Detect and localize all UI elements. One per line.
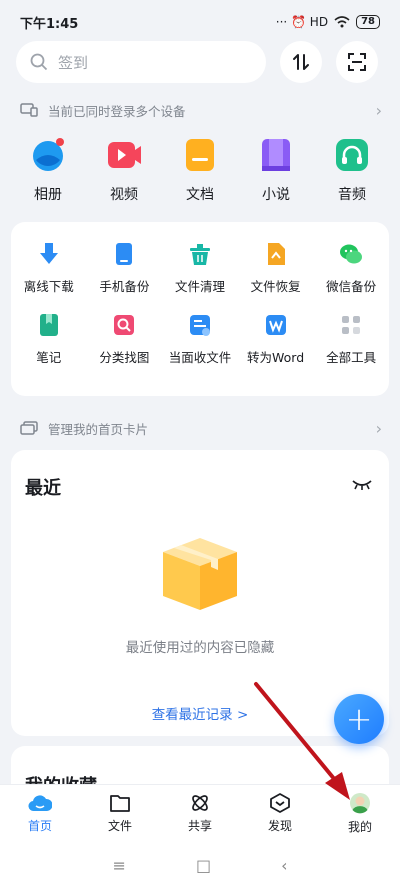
eye-closed-icon[interactable] bbox=[351, 478, 373, 492]
add-button[interactable]: + bbox=[334, 694, 384, 744]
note-icon bbox=[39, 314, 58, 336]
status-bar: 下午1:45 ··· ⏰ HD 78 bbox=[0, 0, 400, 44]
transfer-button[interactable] bbox=[280, 41, 322, 83]
tab-share[interactable]: 共享 bbox=[160, 785, 240, 842]
wifi-icon bbox=[334, 16, 350, 28]
all-tools-icon bbox=[342, 316, 361, 334]
status-icons: ··· ⏰ HD bbox=[275, 15, 329, 29]
quick-label: 相册 bbox=[34, 187, 62, 203]
bottom-tab-bar: 首页 文件 共享 发现 我的 bbox=[0, 784, 400, 842]
tool-label: 当面收文件 bbox=[168, 350, 232, 365]
tool-file-restore[interactable]: 文件恢复 bbox=[238, 242, 314, 295]
tab-label: 首页 bbox=[27, 819, 52, 833]
devices-hint-text: 当前已同时登录多个设备 bbox=[48, 103, 186, 119]
tab-label: 文件 bbox=[107, 819, 132, 833]
share-atom-icon bbox=[192, 795, 208, 811]
tab-label: 我的 bbox=[347, 820, 372, 834]
recent-hidden-text: 最近使用过的内容已隐藏 bbox=[125, 640, 275, 656]
tools-grid: 离线下载 手机备份 文件清理 文件恢复 微信备份 笔记 分类找图 当面收文件 转… bbox=[11, 222, 389, 366]
devices-icon bbox=[20, 103, 38, 117]
tab-mine[interactable]: 我的 bbox=[320, 785, 400, 842]
recent-title: 最近 bbox=[25, 478, 61, 499]
status-indicators: ··· ⏰ HD 78 bbox=[276, 15, 380, 29]
plus-icon: + bbox=[345, 700, 373, 738]
tool-offline-download[interactable]: 离线下载 bbox=[11, 242, 87, 295]
quick-item-document[interactable]: 文档 bbox=[166, 138, 234, 204]
receive-file-icon bbox=[189, 315, 210, 336]
tool-file-clean[interactable]: 文件清理 bbox=[162, 242, 238, 295]
tool-label: 微信备份 bbox=[326, 279, 377, 294]
home-cloud-icon bbox=[28, 795, 52, 812]
tool-label: 分类找图 bbox=[99, 350, 150, 365]
video-icon bbox=[108, 142, 141, 168]
file-clean-icon bbox=[189, 244, 210, 265]
quick-label: 小说 bbox=[262, 187, 290, 203]
home-nav-icon[interactable]: □ bbox=[196, 856, 211, 875]
wechat-backup-icon bbox=[340, 244, 363, 264]
tool-receive-file[interactable]: 当面收文件 bbox=[162, 313, 238, 366]
battery-level: 78 bbox=[356, 15, 380, 29]
empty-box-illustration bbox=[163, 538, 237, 610]
status-time: 下午1:45 bbox=[20, 16, 79, 32]
tool-wechat-backup[interactable]: 微信备份 bbox=[313, 242, 389, 295]
chevron-right-icon: › bbox=[375, 418, 382, 438]
quick-label: 音频 bbox=[338, 187, 366, 203]
search-input[interactable]: 签到 bbox=[16, 41, 266, 83]
manage-cards-text: 管理我的首页卡片 bbox=[48, 421, 149, 437]
word-convert-icon bbox=[265, 315, 286, 335]
chevron-right-icon: › bbox=[375, 100, 382, 120]
manage-cards-row[interactable]: 管理我的首页卡片 › bbox=[20, 417, 382, 439]
search-icon bbox=[30, 53, 48, 71]
tool-all-tools[interactable]: 全部工具 bbox=[313, 313, 389, 366]
tool-label: 离线下载 bbox=[23, 279, 74, 294]
novel-icon bbox=[262, 139, 290, 171]
search-row: 签到 bbox=[16, 40, 386, 84]
phone-backup-icon bbox=[116, 243, 133, 265]
recent-card: 最近 最近使用过的内容已隐藏 查看最近记录 > bbox=[11, 450, 389, 736]
tab-label: 发现 bbox=[267, 819, 292, 833]
tool-phone-backup[interactable]: 手机备份 bbox=[87, 242, 163, 295]
system-nav-bar: ≡ □ ‹ bbox=[0, 842, 400, 888]
quick-label: 视频 bbox=[110, 187, 138, 203]
file-restore-icon bbox=[267, 243, 285, 265]
tool-label: 文件清理 bbox=[174, 279, 225, 294]
tab-files[interactable]: 文件 bbox=[80, 785, 160, 842]
tool-label: 全部工具 bbox=[326, 350, 377, 365]
tool-label: 转为Word bbox=[247, 350, 305, 365]
transfer-icon bbox=[293, 54, 309, 70]
quick-categories: 相册 视频 文档 小说 音频 bbox=[14, 138, 386, 204]
document-icon bbox=[186, 139, 214, 171]
quick-item-album[interactable]: 相册 bbox=[14, 138, 82, 204]
folder-icon bbox=[110, 795, 130, 812]
avatar-icon bbox=[350, 793, 370, 814]
quick-item-video[interactable]: 视频 bbox=[90, 138, 158, 204]
discover-icon bbox=[270, 793, 290, 813]
scan-icon bbox=[348, 53, 366, 71]
tab-home[interactable]: 首页 bbox=[0, 785, 80, 842]
tools-card: 离线下载 手机备份 文件清理 文件恢复 微信备份 笔记 分类找图 当面收文件 转… bbox=[11, 222, 389, 396]
tool-word-convert[interactable]: 转为Word bbox=[238, 313, 314, 366]
tool-find-image[interactable]: 分类找图 bbox=[87, 313, 163, 366]
quick-label: 文档 bbox=[186, 187, 214, 203]
tool-note[interactable]: 笔记 bbox=[11, 313, 87, 366]
scan-button[interactable] bbox=[336, 41, 378, 83]
view-recent-link[interactable]: 查看最近记录 > bbox=[11, 703, 389, 723]
quick-item-audio[interactable]: 音频 bbox=[318, 138, 386, 204]
tool-label: 笔记 bbox=[36, 350, 62, 365]
tab-label: 共享 bbox=[187, 819, 212, 833]
album-icon bbox=[33, 138, 64, 171]
find-image-icon bbox=[114, 315, 135, 335]
back-nav-icon[interactable]: ‹ bbox=[281, 856, 287, 875]
audio-icon bbox=[336, 139, 368, 171]
search-placeholder: 签到 bbox=[58, 53, 89, 72]
tool-label: 文件恢复 bbox=[250, 279, 301, 294]
devices-hint-row[interactable]: 当前已同时登录多个设备 › bbox=[20, 99, 382, 121]
tool-label: 手机备份 bbox=[99, 279, 150, 294]
tab-discover[interactable]: 发现 bbox=[240, 785, 320, 842]
offline-download-icon bbox=[39, 243, 58, 264]
quick-item-novel[interactable]: 小说 bbox=[242, 138, 310, 204]
cards-icon bbox=[20, 421, 38, 435]
menu-nav-icon[interactable]: ≡ bbox=[113, 856, 126, 875]
